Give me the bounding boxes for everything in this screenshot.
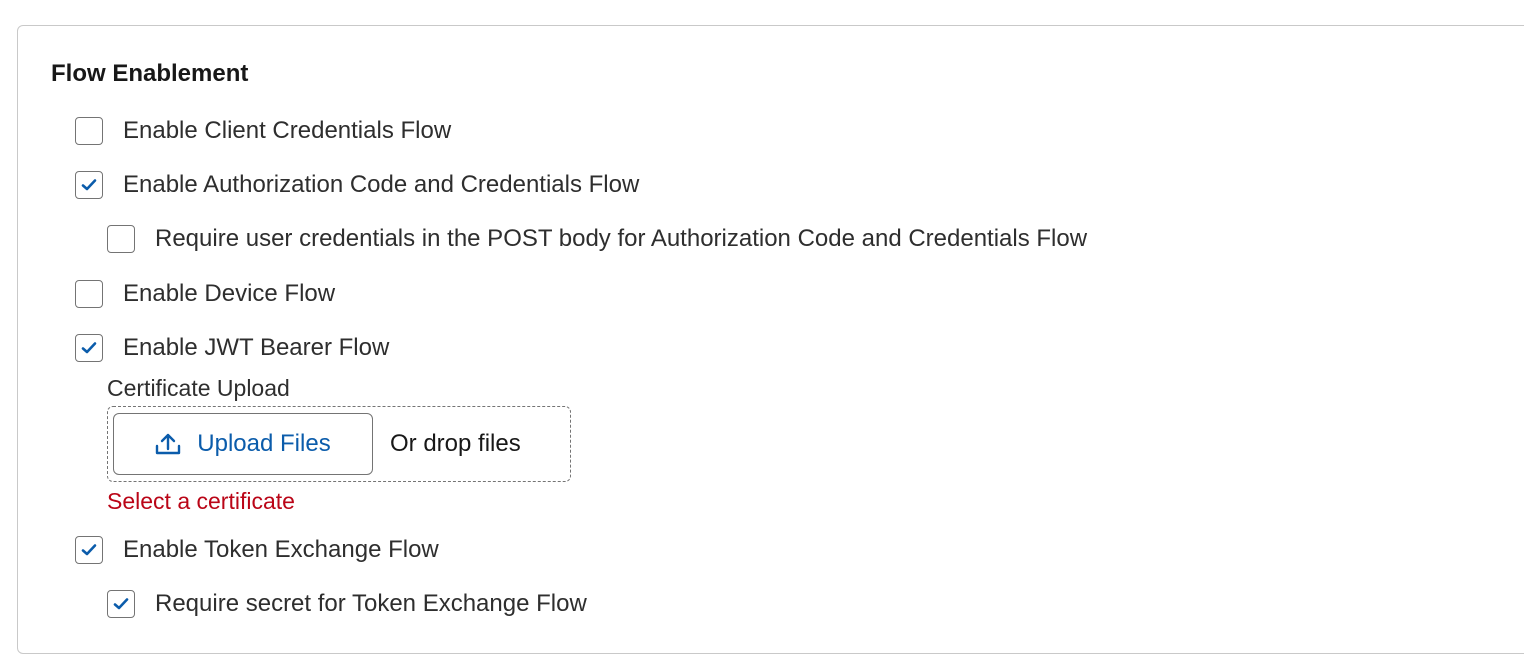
token-exchange-label: Enable Token Exchange Flow (123, 536, 439, 563)
require-user-credentials-label: Require user credentials in the POST bod… (155, 225, 1088, 252)
section-title: Flow Enablement (51, 60, 249, 87)
token-exchange-checkbox[interactable] (75, 536, 103, 564)
device-flow-option[interactable]: Enable Device Flow (75, 277, 335, 311)
require-user-credentials-option[interactable]: Require user credentials in the POST bod… (107, 222, 1087, 256)
auth-code-credentials-label: Enable Authorization Code and Credential… (123, 171, 640, 198)
checkmark-icon (81, 544, 97, 556)
client-credentials-label: Enable Client Credentials Flow (123, 117, 452, 144)
checkmark-icon (81, 342, 97, 354)
device-flow-label: Enable Device Flow (123, 280, 336, 307)
jwt-bearer-checkbox[interactable] (75, 334, 103, 362)
certificate-error-message: Select a certificate (107, 488, 295, 514)
require-secret-token-exchange-option[interactable]: Require secret for Token Exchange Flow (107, 587, 587, 621)
drop-files-text: Or drop files (390, 430, 521, 457)
jwt-bearer-option[interactable]: Enable JWT Bearer Flow (75, 331, 389, 365)
token-exchange-option[interactable]: Enable Token Exchange Flow (75, 533, 439, 567)
require-user-credentials-checkbox[interactable] (107, 225, 135, 253)
upload-icon (156, 433, 181, 455)
upload-files-button[interactable]: Upload Files (113, 413, 373, 475)
certificate-upload-label: Certificate Upload (107, 375, 290, 401)
jwt-bearer-label: Enable JWT Bearer Flow (123, 334, 390, 361)
certificate-dropzone[interactable]: Upload Files Or drop files (107, 406, 571, 482)
client-credentials-option[interactable]: Enable Client Credentials Flow (75, 114, 451, 148)
flow-enablement-panel: Flow Enablement Enable Client Credential… (17, 25, 1524, 654)
upload-files-label: Upload Files (197, 430, 331, 457)
require-secret-token-exchange-checkbox[interactable] (107, 590, 135, 618)
client-credentials-checkbox[interactable] (75, 117, 103, 145)
require-secret-token-exchange-label: Require secret for Token Exchange Flow (155, 590, 587, 617)
auth-code-credentials-option[interactable]: Enable Authorization Code and Credential… (75, 168, 639, 202)
device-flow-checkbox[interactable] (75, 280, 103, 308)
checkmark-icon (81, 179, 97, 191)
checkmark-icon (113, 598, 129, 610)
auth-code-credentials-checkbox[interactable] (75, 171, 103, 199)
